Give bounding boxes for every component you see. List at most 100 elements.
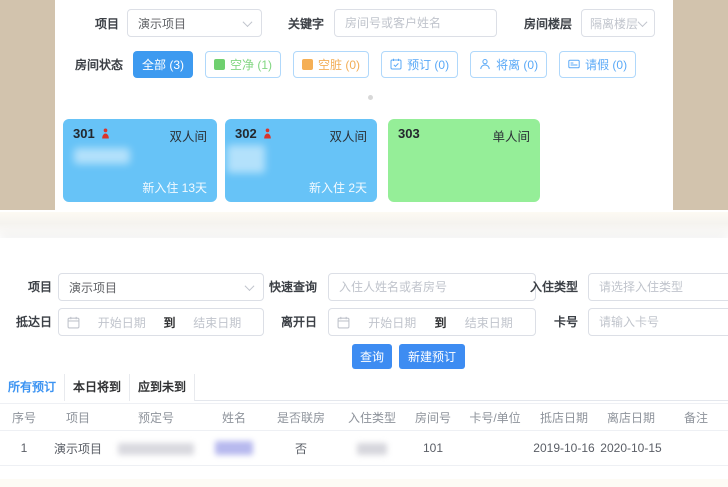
floor-select-placeholder: 隔离楼层 <box>590 15 638 32</box>
table-header-row: 序号 项目 预定号 姓名 是否联房 入住类型 房间号 卡号/单位 抵店日期 离店… <box>0 404 728 431</box>
room-card-302[interactable]: 302 双人间 新入住 2天 <box>225 119 377 202</box>
tab-all-reservations[interactable]: 所有预订 <box>0 374 65 401</box>
room-status-label: 房间状态 <box>75 56 123 73</box>
cell-room-no: 101 <box>406 431 460 466</box>
orange-square-icon <box>302 59 313 70</box>
status-on-leave-button[interactable]: 请假 (0) <box>559 51 636 78</box>
leave-card-icon <box>568 58 580 70</box>
header-remark: 备注 <box>664 404 728 431</box>
project-select-value: 演示项目 <box>69 279 117 296</box>
departure-date-label: 离开日 <box>267 308 317 336</box>
arrival-date-range[interactable]: 开始日期 到 结束日期 <box>58 308 264 336</box>
departure-date-range[interactable]: 开始日期 到 结束日期 <box>328 308 536 336</box>
cell-card-unit <box>460 431 530 466</box>
quick-search-input[interactable] <box>328 273 536 301</box>
redacted-checkin-type <box>357 443 387 455</box>
room-card-301[interactable]: 301 双人间 新入住 13天 <box>63 119 217 202</box>
status-vacant-dirty-label: 空脏 (0) <box>318 56 360 73</box>
header-project: 项目 <box>48 404 108 431</box>
project-select[interactable]: 演示项目 <box>127 9 262 37</box>
status-vacant-dirty-button[interactable]: 空脏 (0) <box>293 51 369 78</box>
reservations-panel: 项目 演示项目 快速查询 入住类型 抵达日 开始日期 到 结束日期 离开日 开始… <box>0 238 728 487</box>
header-reservation-no: 预定号 <box>108 404 204 431</box>
right-background-strip <box>673 0 728 210</box>
calendar-icon <box>67 316 80 329</box>
checkin-type-input[interactable] <box>588 273 728 301</box>
card-number-input[interactable] <box>588 308 728 336</box>
left-background-strip <box>0 0 55 210</box>
start-date-placeholder: 开始日期 <box>354 314 431 331</box>
header-name: 姓名 <box>204 404 264 431</box>
cell-linked-room: 否 <box>264 431 338 466</box>
redacted-guest-name <box>227 145 265 173</box>
date-separator: 到 <box>435 314 447 331</box>
room-number-text: 302 <box>235 126 257 141</box>
reservations-table: 序号 项目 预定号 姓名 是否联房 入住类型 房间号 卡号/单位 抵店日期 离店… <box>0 403 728 466</box>
status-all-button[interactable]: 全部 (3) <box>133 51 193 78</box>
status-reserved-button[interactable]: 预订 (0) <box>381 51 458 78</box>
start-date-placeholder: 开始日期 <box>84 314 160 331</box>
project-label: 项目 <box>95 15 119 32</box>
room-number: 303 <box>398 126 420 141</box>
room-number: 301 <box>73 126 111 141</box>
keyword-label: 关键字 <box>288 15 324 32</box>
chevron-down-icon <box>245 281 255 291</box>
cell-project: 演示项目 <box>48 431 108 466</box>
header-checkin-type: 入住类型 <box>338 404 406 431</box>
new-reservation-button[interactable]: 新建预订 <box>399 344 465 369</box>
room-number-text: 303 <box>398 126 420 141</box>
calendar-icon <box>337 316 350 329</box>
floor-select[interactable]: 隔离楼层 <box>581 9 655 37</box>
room-number: 302 <box>235 126 273 141</box>
room-board-filter-row: 项目 演示项目 关键字 房间楼层 隔离楼层 <box>95 9 655 37</box>
checkin-type-label: 入住类型 <box>530 273 578 301</box>
project-select-value: 演示项目 <box>138 15 186 32</box>
cell-checkin-type <box>338 431 406 466</box>
card-number-label: 卡号 <box>530 308 578 336</box>
header-seq: 序号 <box>0 404 48 431</box>
cell-departure-date: 2020-10-15 <box>598 431 664 466</box>
end-date-placeholder: 结束日期 <box>180 314 256 331</box>
quick-search-label: 快速查询 <box>267 273 317 301</box>
table-row[interactable]: 1 演示项目 否 101 2019-10-16 2020-10-15 <box>0 431 728 466</box>
date-separator: 到 <box>164 314 176 331</box>
cell-name <box>204 431 264 466</box>
status-vacant-clean-label: 空净 (1) <box>230 56 272 73</box>
tab-arriving-today[interactable]: 本日将到 <box>65 374 130 401</box>
room-number-text: 301 <box>73 126 95 141</box>
header-linked-room: 是否联房 <box>264 404 338 431</box>
room-board-panel: 项目 演示项目 关键字 房间楼层 隔离楼层 房间状态 全部 (3) 空净 (1)… <box>0 0 728 212</box>
room-card-header: 303 单人间 <box>398 126 530 145</box>
cell-remark <box>664 431 728 466</box>
cell-arrival-date: 2019-10-16 <box>530 431 598 466</box>
room-card-303[interactable]: 303 单人间 <box>388 119 540 202</box>
decorative-dot <box>368 95 373 100</box>
footer-band <box>0 479 728 487</box>
room-status-row: 房间状态 全部 (3) 空净 (1) 空脏 (0) 预订 (0) 将离 (0) <box>75 50 636 78</box>
tab-expected-not-arrived[interactable]: 应到未到 <box>130 374 195 401</box>
query-button[interactable]: 查询 <box>352 344 392 369</box>
room-stay-badge: 新入住 2天 <box>309 179 367 196</box>
status-vacant-clean-button[interactable]: 空净 (1) <box>205 51 281 78</box>
keyword-input[interactable] <box>334 9 497 37</box>
cell-seq: 1 <box>0 431 48 466</box>
room-type: 双人间 <box>169 126 207 145</box>
status-departing-button[interactable]: 将离 (0) <box>470 51 547 78</box>
project-label: 项目 <box>4 273 52 301</box>
status-on-leave-label: 请假 (0) <box>585 56 627 73</box>
status-reserved-label: 预订 (0) <box>407 56 449 73</box>
project-select[interactable]: 演示项目 <box>58 273 264 301</box>
room-card-header: 301 双人间 <box>73 126 207 145</box>
green-square-icon <box>214 59 225 70</box>
person-icon <box>479 58 491 70</box>
guest-occupied-icon <box>100 128 111 139</box>
panel-gap <box>0 212 728 238</box>
cell-reservation-no <box>108 431 204 466</box>
chevron-down-icon <box>638 17 648 27</box>
redacted-reservation-no <box>118 443 194 455</box>
guest-occupied-icon <box>262 128 273 139</box>
reservation-tabs: 所有预订 本日将到 应到未到 <box>0 374 728 401</box>
calendar-check-icon <box>390 58 402 70</box>
header-departure-date: 离店日期 <box>598 404 664 431</box>
redacted-guest-name <box>74 148 130 164</box>
